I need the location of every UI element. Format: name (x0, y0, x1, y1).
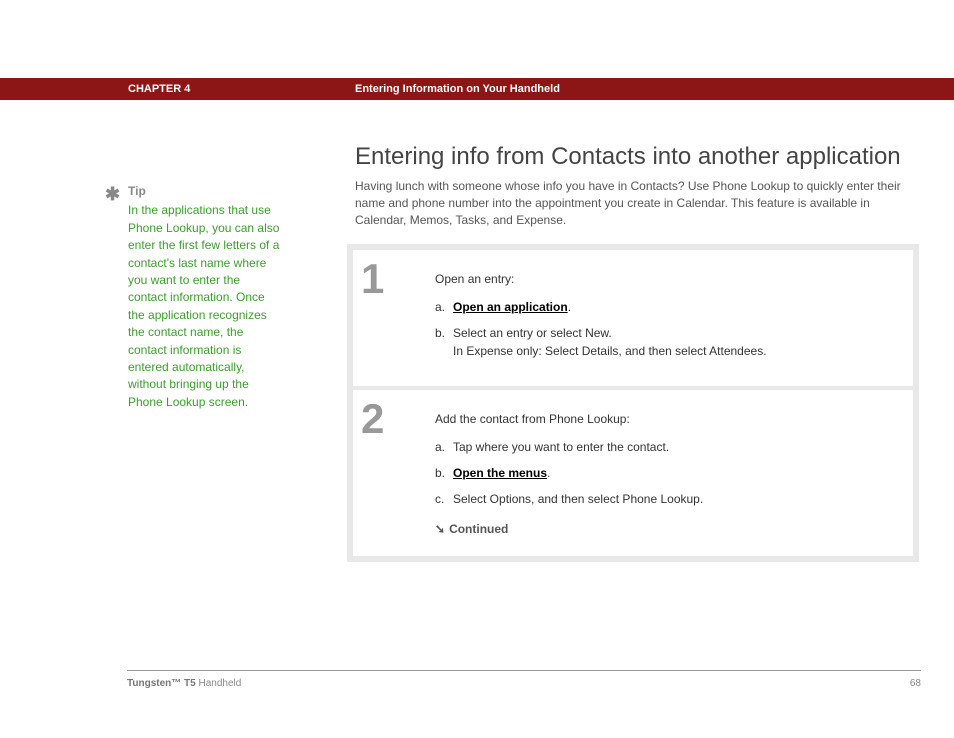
chapter-header-bar: CHAPTER 4 Entering Information on Your H… (0, 78, 954, 100)
item-text: Select Options, and then select Phone Lo… (453, 492, 703, 506)
tip-heading: Tip (128, 183, 282, 200)
item-marker: a. (435, 298, 453, 316)
step-2: 2 Add the contact from Phone Lookup: a.T… (353, 390, 913, 556)
footer-product-bold: Tungsten™ T5 (127, 678, 196, 689)
step-1: 1 Open an entry: a.Open an application. … (353, 250, 913, 386)
step-body: Open an entry: a.Open an application. b.… (427, 250, 913, 386)
footer-product-rest: Handheld (196, 678, 242, 689)
footer-page-number: 68 (910, 678, 921, 689)
continued-indicator: ➘ Continued (435, 520, 899, 538)
intro-paragraph: Having lunch with someone whose info you… (355, 178, 915, 228)
step-item: a.Open an application. (435, 298, 899, 316)
asterisk-icon: ✱ (105, 181, 120, 207)
step-item: a.Tap where you want to enter the contac… (435, 438, 899, 456)
section-title: Entering Information on Your Handheld (355, 83, 560, 95)
continued-label: Continued (449, 522, 508, 536)
item-tail: . (568, 300, 571, 314)
open-menus-link[interactable]: Open the menus (453, 466, 547, 480)
tip-text: In the applications that use Phone Looku… (128, 202, 282, 411)
item-marker: b. (435, 324, 453, 342)
steps-container: 1 Open an entry: a.Open an application. … (347, 244, 919, 562)
step-number: 1 (353, 250, 427, 386)
step-number: 2 (353, 390, 427, 556)
tip-sidebar: ✱ Tip In the applications that use Phone… (106, 183, 282, 411)
arrow-down-right-icon: ➘ (435, 520, 445, 538)
item-text: Select an entry or select New. (453, 326, 612, 340)
item-tail: . (547, 466, 550, 480)
item-subtext: In Expense only: Select Details, and the… (453, 342, 899, 360)
step-body: Add the contact from Phone Lookup: a.Tap… (427, 390, 913, 556)
step-item: c.Select Options, and then select Phone … (435, 490, 899, 508)
item-marker: c. (435, 490, 453, 508)
chapter-label: CHAPTER 4 (128, 83, 190, 95)
item-text: Tap where you want to enter the contact. (453, 440, 669, 454)
open-application-link[interactable]: Open an application (453, 300, 568, 314)
footer-divider (127, 670, 921, 671)
item-marker: b. (435, 464, 453, 482)
step-item: b.Select an entry or select New. In Expe… (435, 324, 899, 360)
footer-product: Tungsten™ T5 Handheld (127, 678, 241, 689)
step-lead: Open an entry: (435, 270, 899, 288)
item-marker: a. (435, 438, 453, 456)
step-lead: Add the contact from Phone Lookup: (435, 410, 899, 428)
step-item: b.Open the menus. (435, 464, 899, 482)
page-heading: Entering info from Contacts into another… (355, 143, 901, 171)
